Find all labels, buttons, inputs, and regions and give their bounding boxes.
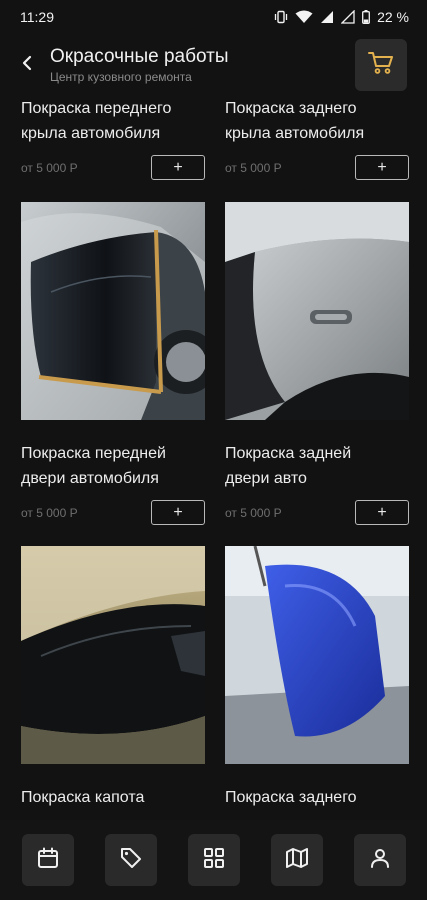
cart-icon	[368, 51, 394, 80]
product-card[interactable]: Покраска капота	[21, 546, 205, 810]
add-to-cart-button[interactable]: +	[151, 155, 205, 180]
bottom-navigation	[0, 820, 427, 900]
header-text: Окрасочные работы Центр кузовного ремонт…	[48, 46, 355, 84]
app-header: Окрасочные работы Центр кузовного ремонт…	[0, 34, 427, 96]
product-footer: от 5 000 Р +	[225, 500, 409, 525]
chevron-left-icon	[21, 54, 33, 77]
nav-tag-button[interactable]	[105, 834, 157, 886]
add-to-cart-button[interactable]: +	[355, 500, 409, 525]
product-title: Покраска заднего	[225, 789, 357, 806]
product-title: Покраска задней двери авто	[225, 445, 352, 487]
vibrate-icon	[274, 10, 288, 24]
product-title: Покраска заднего крыла автомобиля	[225, 100, 365, 142]
product-price: от 5 000 Р	[21, 505, 78, 520]
battery-level: 22 %	[377, 9, 409, 25]
cart-button[interactable]	[355, 39, 407, 91]
back-button[interactable]	[6, 40, 48, 90]
grid-icon	[202, 846, 226, 875]
product-grid: Покраска переднего крыла автомобиля от 5…	[21, 96, 409, 820]
product-footer: от 5 000 Р +	[21, 155, 205, 180]
status-time: 11:29	[20, 9, 54, 25]
status-bar: 11:29 22 %	[0, 0, 427, 34]
signal-icon	[320, 10, 334, 24]
product-title: Покраска переднего крыла автомобиля	[21, 100, 172, 142]
product-image	[21, 202, 205, 420]
add-to-cart-button[interactable]: +	[355, 155, 409, 180]
battery-icon	[362, 10, 371, 24]
signal-2-icon	[341, 10, 355, 24]
product-price: от 5 000 Р	[225, 505, 282, 520]
page-title: Окрасочные работы	[50, 46, 229, 67]
status-icons: 22 %	[274, 9, 409, 25]
product-footer: от 5 000 Р +	[225, 155, 409, 180]
product-image	[225, 546, 409, 764]
product-card[interactable]: Покраска задней двери авто от 5 000 Р +	[225, 202, 409, 525]
product-price: от 5 000 Р	[21, 160, 78, 175]
product-card[interactable]: Покраска заднего	[225, 546, 409, 810]
nav-map-button[interactable]	[271, 834, 323, 886]
product-card[interactable]: Покраска заднего крыла автомобиля от 5 0…	[225, 96, 409, 180]
product-card[interactable]: Покраска передней двери автомобиля от 5 …	[21, 202, 205, 525]
nav-profile-button[interactable]	[354, 834, 406, 886]
add-to-cart-button[interactable]: +	[151, 500, 205, 525]
product-card[interactable]: Покраска переднего крыла автомобиля от 5…	[21, 96, 205, 180]
product-image	[225, 202, 409, 420]
product-footer: от 5 000 Р +	[21, 500, 205, 525]
user-icon	[368, 846, 392, 875]
tag-icon	[119, 846, 143, 875]
nav-calendar-button[interactable]	[22, 834, 74, 886]
wifi-icon	[295, 10, 313, 24]
page-subtitle: Центр кузовного ремонта	[50, 70, 192, 84]
product-title: Покраска передней двери автомобиля	[21, 445, 166, 487]
product-image	[21, 546, 205, 764]
nav-grid-button[interactable]	[188, 834, 240, 886]
product-price: от 5 000 Р	[225, 160, 282, 175]
map-icon	[285, 846, 309, 875]
calendar-icon	[36, 846, 60, 875]
product-title: Покраска капота	[21, 789, 145, 806]
